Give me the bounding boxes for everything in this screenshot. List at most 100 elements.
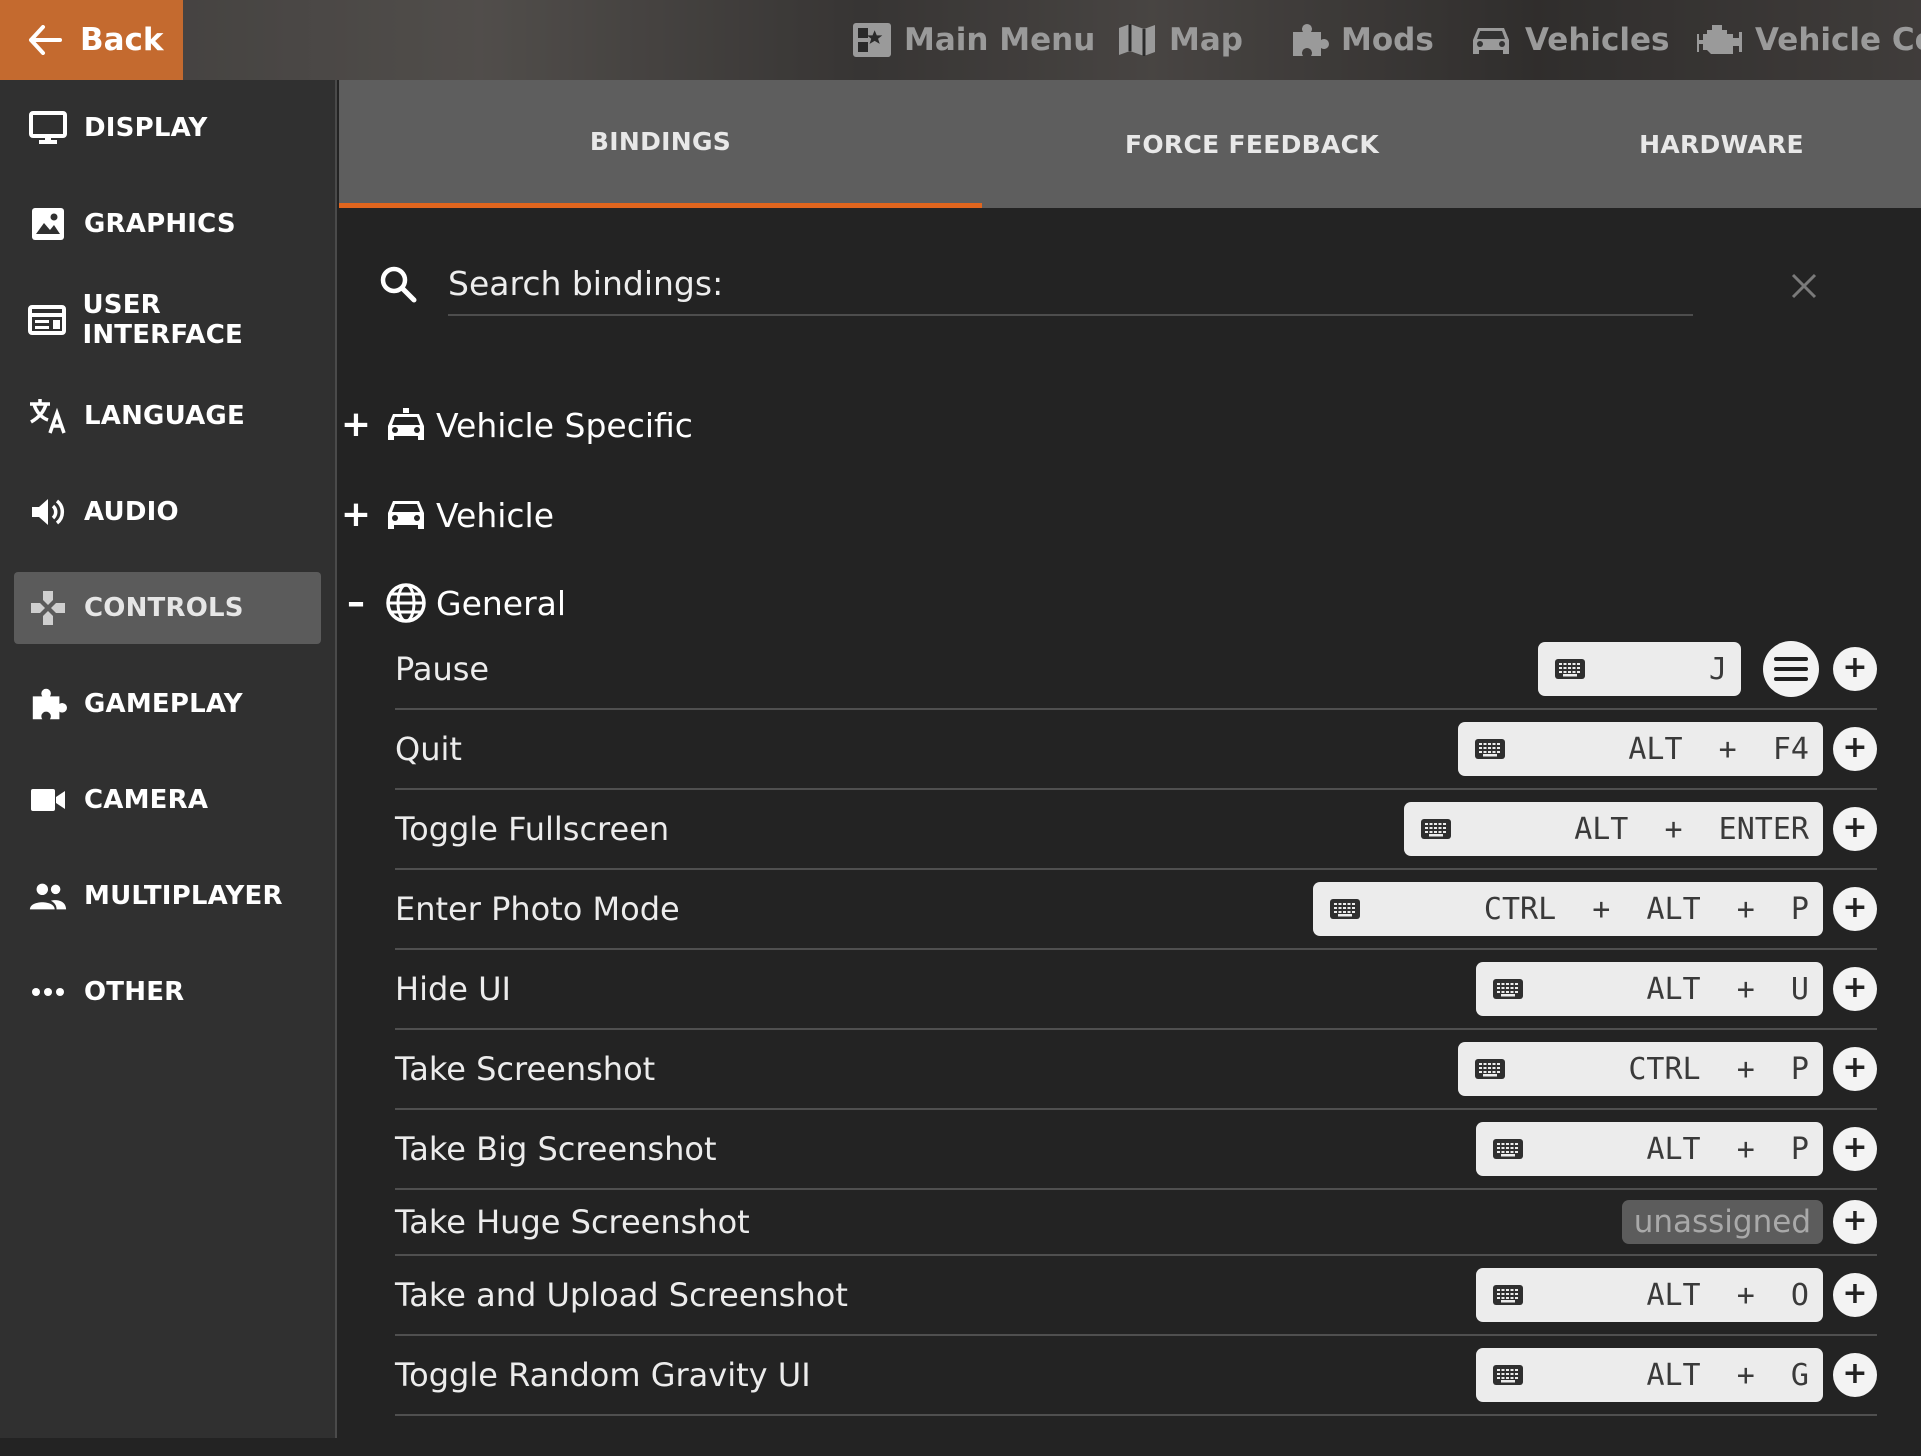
sidebar-item-multiplayer[interactable]: MULTIPLAYER xyxy=(14,860,321,932)
sidebar-item-label: CONTROLS xyxy=(84,593,244,623)
back-button-label: Back xyxy=(80,22,164,58)
add-binding-button[interactable]: + xyxy=(1833,647,1877,691)
key-chip[interactable]: ALT + P xyxy=(1475,1122,1823,1176)
tab-hardware[interactable]: HARDWARE xyxy=(1522,80,1921,208)
settings-sidebar: DISPLAY GRAPHICS USER INTERFACE LANGUAGE… xyxy=(0,80,337,1438)
back-button[interactable]: Back xyxy=(0,0,183,80)
plus-icon: + xyxy=(1842,970,1868,1005)
nav-vehicles-label: Vehicles xyxy=(1525,22,1670,58)
binding-row-take-and-upload-screenshot: Take and Upload Screenshot ALT + O + xyxy=(395,1256,1877,1336)
tab-force-feedback[interactable]: FORCE FEEDBACK xyxy=(982,80,1522,208)
plus-icon: + xyxy=(1842,1130,1868,1165)
sidebar-item-controls[interactable]: CONTROLS xyxy=(14,572,321,644)
nav-vehicle-config[interactable]: Vehicle Con xyxy=(1697,0,1921,80)
plus-icon: + xyxy=(1842,1356,1868,1391)
nav-map-label: Map xyxy=(1169,22,1243,58)
keyboard-icon xyxy=(1492,1294,1637,1456)
nav-main-menu[interactable]: Main Menu xyxy=(852,0,1095,80)
unassigned-chip[interactable]: unassigned xyxy=(1621,1200,1823,1244)
car-icon xyxy=(1469,22,1513,58)
add-binding-button[interactable]: + xyxy=(1833,727,1877,771)
binding-row-take-big-screenshot: Take Big Screenshot ALT + P + xyxy=(395,1110,1877,1190)
add-binding-button[interactable]: + xyxy=(1833,1200,1877,1244)
sidebar-item-camera[interactable]: CAMERA xyxy=(14,764,321,836)
monitor-icon xyxy=(28,111,68,145)
binding-row-enter-photo-mode: Enter Photo Mode CTRL + ALT + P + xyxy=(395,870,1877,950)
key-combo: ALT + ENTER xyxy=(1574,811,1809,847)
add-binding-button[interactable]: + xyxy=(1833,1047,1877,1091)
binding-row-pause: Pause J + xyxy=(395,630,1877,710)
category-vehicle[interactable]: + Vehicle xyxy=(340,487,554,543)
key-combo: ALT + U xyxy=(1646,971,1809,1007)
add-binding-button[interactable]: + xyxy=(1833,807,1877,851)
sidebar-item-other[interactable]: OTHER xyxy=(14,956,321,1028)
expand-toggle[interactable]: + xyxy=(340,497,372,533)
add-binding-button[interactable]: + xyxy=(1833,967,1877,1011)
binding-row-toggle-random-gravity-ui: Toggle Random Gravity UI ALT + G + xyxy=(395,1336,1877,1416)
nav-mods[interactable]: Mods xyxy=(1289,0,1434,80)
category-label: General xyxy=(436,583,567,623)
arrow-left-icon xyxy=(28,25,62,55)
binding-row-toggle-fullscreen: Toggle Fullscreen ALT + ENTER + xyxy=(395,790,1877,870)
nav-vehicles[interactable]: Vehicles xyxy=(1469,0,1670,80)
car-icon xyxy=(382,497,430,533)
puzzle-icon xyxy=(28,685,68,723)
tab-bindings[interactable]: BINDINGS xyxy=(339,80,982,208)
add-binding-button[interactable]: + xyxy=(1833,887,1877,931)
plus-icon: + xyxy=(1842,890,1868,925)
sidebar-item-label: LANGUAGE xyxy=(84,401,245,431)
car-icon xyxy=(382,406,430,444)
controller-binding-button[interactable] xyxy=(1763,641,1819,697)
add-binding-button[interactable]: + xyxy=(1833,1127,1877,1171)
sidebar-item-display[interactable]: DISPLAY xyxy=(14,92,321,164)
plus-icon: + xyxy=(1842,1276,1868,1311)
nav-map[interactable]: Map xyxy=(1117,0,1243,80)
sidebar-item-label: CAMERA xyxy=(84,785,209,815)
sidebar-item-language[interactable]: LANGUAGE xyxy=(14,380,321,452)
key-combo: ALT + P xyxy=(1646,1131,1809,1167)
key-combo: ALT + O xyxy=(1646,1277,1809,1313)
add-binding-button[interactable]: + xyxy=(1833,1273,1877,1317)
expand-toggle[interactable]: + xyxy=(340,407,372,443)
nav-mods-label: Mods xyxy=(1341,22,1434,58)
nav-vehicle-config-label: Vehicle Con xyxy=(1755,22,1921,58)
sidebar-item-label: GAMEPLAY xyxy=(84,689,243,719)
video-camera-icon xyxy=(28,785,68,815)
gamepad-icon xyxy=(28,589,68,627)
people-icon xyxy=(28,880,68,912)
search-bar xyxy=(378,260,1838,320)
binding-name: Quit xyxy=(395,730,462,768)
tab-label: BINDINGS xyxy=(589,127,732,156)
add-binding-button[interactable]: + xyxy=(1833,1353,1877,1397)
category-general[interactable]: – General xyxy=(340,575,566,631)
category-vehicle-specific[interactable]: + Vehicle Specific xyxy=(340,397,693,453)
search-icon xyxy=(378,264,418,304)
category-label: Vehicle Specific xyxy=(436,405,693,445)
menu-icon xyxy=(1773,654,1809,684)
sidebar-item-graphics[interactable]: GRAPHICS xyxy=(14,188,321,260)
plus-icon: + xyxy=(1842,1203,1868,1238)
translate-icon xyxy=(28,397,68,435)
binding-name: Take Huge Screenshot xyxy=(395,1203,750,1241)
puzzle-icon xyxy=(1289,20,1329,60)
binding-row-take-huge-screenshot: Take Huge Screenshot unassigned + xyxy=(395,1190,1877,1256)
globe-icon xyxy=(382,582,430,624)
sidebar-item-gameplay[interactable]: GAMEPLAY xyxy=(14,668,321,740)
key-combo: CTRL + P xyxy=(1628,1051,1809,1087)
binding-name: Take and Upload Screenshot xyxy=(395,1276,848,1314)
close-icon[interactable] xyxy=(1790,272,1818,300)
binding-name: Take Screenshot xyxy=(395,1050,656,1088)
sidebar-item-label: GRAPHICS xyxy=(84,209,236,239)
sidebar-item-label: MULTIPLAYER xyxy=(84,881,283,911)
sidebar-item-label: DISPLAY xyxy=(84,113,208,143)
key-combo: ALT + F4 xyxy=(1628,731,1809,767)
sidebar-item-audio[interactable]: AUDIO xyxy=(14,476,321,548)
user-interface-icon xyxy=(28,305,67,335)
binding-name: Toggle Random Gravity UI xyxy=(395,1356,811,1394)
collapse-toggle[interactable]: – xyxy=(340,585,372,621)
search-input[interactable] xyxy=(448,260,1693,316)
sidebar-item-user-interface[interactable]: USER INTERFACE xyxy=(14,284,321,356)
key-chip[interactable]: ALT + G xyxy=(1475,1348,1823,1402)
engine-icon xyxy=(1697,22,1743,58)
tab-label: FORCE FEEDBACK xyxy=(1124,129,1380,159)
